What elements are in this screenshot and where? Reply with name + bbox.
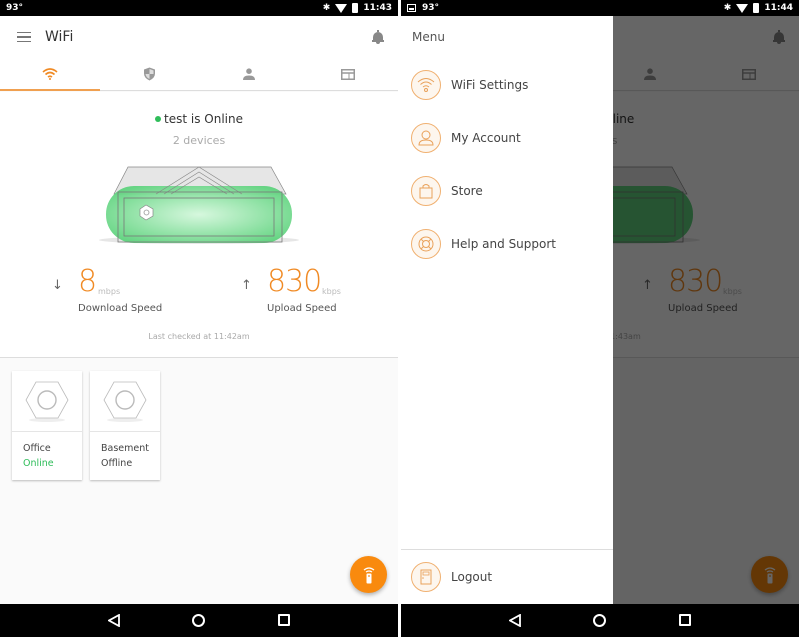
wifi-signal-icon	[335, 3, 348, 13]
router-node-icon	[103, 381, 147, 422]
menu-label: My Account	[451, 131, 521, 145]
menu-item-wifi-settings[interactable]: WiFi Settings	[411, 69, 528, 101]
menu-icon[interactable]	[17, 31, 31, 43]
notifications-bell-icon[interactable]	[372, 30, 384, 44]
node-status: Online	[23, 458, 54, 469]
menu-label: Store	[451, 184, 483, 198]
home-screen: 93° ✱ 11:43 WiFi test is Online 2 device…	[0, 0, 398, 637]
battery-icon	[753, 3, 760, 13]
home-icon[interactable]	[192, 614, 205, 627]
upload-value: 830	[267, 264, 322, 299]
arrow-up-icon: ↑	[241, 278, 252, 293]
bluetooth-icon: ✱	[322, 3, 331, 13]
recents-icon[interactable]	[679, 614, 691, 626]
remote-control-icon	[363, 566, 374, 583]
tab-security[interactable]	[100, 58, 200, 90]
temperature: 93°	[6, 3, 24, 13]
page-title: WiFi	[45, 29, 74, 45]
node-name: Office	[23, 443, 51, 454]
upload-label: Upload Speed	[267, 303, 337, 314]
device-count[interactable]: 2 devices	[0, 134, 398, 147]
upload-unit: kbps	[322, 287, 341, 296]
account-icon	[411, 123, 441, 153]
tab-browser[interactable]	[299, 58, 399, 90]
back-icon[interactable]	[108, 614, 120, 627]
network-summary: test is Online 2 devices ↓ 8 mbps Downlo…	[0, 92, 398, 358]
menu-item-help-support[interactable]: Help and Support	[411, 228, 556, 260]
shopping-bag-icon	[411, 176, 441, 206]
drawer-title: Menu	[412, 30, 445, 44]
router-illustration	[99, 166, 299, 244]
browser-window-icon	[341, 68, 356, 80]
node-status: Offline	[101, 458, 133, 469]
last-checked: Last checked at 11:42am	[148, 332, 250, 341]
remote-fab-button[interactable]	[350, 556, 387, 593]
download-label: Download Speed	[78, 303, 163, 314]
menu-label: Help and Support	[451, 237, 556, 251]
battery-icon	[352, 3, 359, 13]
shield-icon	[143, 67, 155, 81]
system-nav-bar	[401, 604, 799, 637]
menu-label: WiFi Settings	[451, 78, 529, 92]
node-list: Office Online Basement Offline	[12, 371, 160, 480]
wifi-icon	[411, 70, 441, 100]
app-bar: WiFi	[0, 16, 398, 58]
online-indicator	[155, 115, 162, 122]
clock: 11:43	[363, 3, 392, 13]
menu-item-store[interactable]: Store	[411, 175, 483, 207]
download-unit: mbps	[98, 287, 121, 296]
menu-item-logout[interactable]: Logout	[411, 561, 492, 593]
node-name: Basement	[101, 443, 149, 454]
door-icon	[411, 562, 441, 592]
tab-account[interactable]	[199, 58, 299, 90]
tab-wifi[interactable]	[0, 58, 100, 91]
drawer-divider	[401, 549, 613, 550]
menu-label: Logout	[451, 570, 493, 584]
person-icon	[242, 68, 255, 80]
tab-bar	[0, 58, 398, 91]
image-notification-icon	[407, 4, 416, 12]
wifi-signal-icon	[736, 3, 749, 13]
navigation-drawer: Menu WiFi Settings My Account Store Help…	[401, 16, 613, 604]
node-card-basement[interactable]: Basement Offline	[90, 371, 160, 480]
bluetooth-icon: ✱	[723, 3, 732, 13]
menu-screen: 93° ✱ 11:44 n	[401, 0, 799, 637]
network-status: test is Online	[0, 112, 398, 126]
system-nav-bar	[0, 604, 398, 637]
temperature: 93°	[422, 3, 440, 13]
home-icon[interactable]	[593, 614, 606, 627]
status-bar: 93° ✱ 11:44	[401, 0, 799, 16]
download-value: 8	[78, 264, 97, 299]
router-node-icon	[25, 381, 69, 422]
menu-item-my-account[interactable]: My Account	[411, 122, 521, 154]
lifebuoy-icon	[411, 229, 441, 259]
status-bar: 93° ✱ 11:43	[0, 0, 398, 16]
back-icon[interactable]	[509, 614, 521, 627]
recents-icon[interactable]	[278, 614, 290, 626]
wifi-icon	[42, 68, 58, 80]
clock: 11:44	[764, 3, 793, 13]
arrow-down-icon: ↓	[52, 278, 63, 293]
node-card-office[interactable]: Office Online	[12, 371, 82, 480]
